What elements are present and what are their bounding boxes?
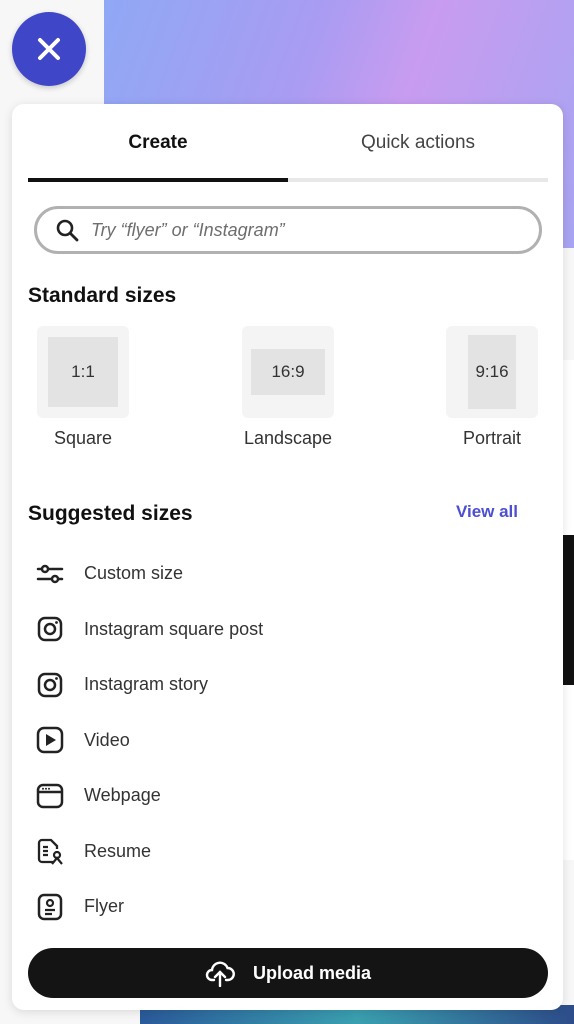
size-portrait[interactable]: 9:16 Portrait — [437, 326, 547, 449]
tab-create[interactable]: Create — [28, 104, 288, 182]
instagram-icon — [37, 617, 63, 642]
resume-icon — [37, 839, 63, 865]
search-box[interactable] — [34, 206, 542, 254]
size-label: Landscape — [243, 428, 333, 448]
size-card: 16:9 — [242, 326, 334, 418]
list-item-flyer[interactable]: Flyer — [36, 879, 536, 935]
list-item-instagram-story[interactable]: Instagram story — [36, 657, 536, 713]
create-panel: Create Quick actions Standard sizes 1:1 … — [12, 104, 563, 1010]
view-all-link[interactable]: View all — [456, 502, 518, 522]
list-item-custom-size[interactable]: Custom size — [36, 546, 536, 602]
item-label: Custom size — [84, 563, 184, 584]
size-landscape[interactable]: 16:9 Landscape — [233, 326, 343, 449]
list-item-video[interactable]: Video — [36, 713, 536, 769]
size-card: 1:1 — [37, 326, 129, 418]
item-label: Video — [84, 729, 130, 750]
size-label: Portrait — [462, 428, 522, 448]
standard-sizes: 1:1 Square 16:9 Landscape 9:16 Portrait — [12, 326, 563, 456]
suggested-sizes-heading: Suggested sizes — [28, 502, 193, 525]
sliders-icon — [36, 564, 64, 583]
list-item-resume[interactable]: Resume — [36, 824, 536, 880]
cloud-upload-icon — [205, 961, 235, 987]
item-label: Instagram story — [84, 674, 209, 695]
size-square[interactable]: 1:1 Square — [28, 326, 138, 449]
item-label: Resume — [84, 840, 152, 861]
background-thumbnail — [562, 535, 574, 685]
size-ratio: 16:9 — [251, 349, 325, 395]
play-icon — [36, 727, 64, 754]
upload-media-button[interactable]: Upload media — [28, 948, 548, 998]
close-icon — [38, 38, 60, 60]
item-label: Webpage — [84, 785, 161, 806]
tab-quick-actions[interactable]: Quick actions — [288, 104, 548, 182]
flyer-icon — [37, 893, 63, 920]
size-card: 9:16 — [446, 326, 538, 418]
list-item-instagram-square[interactable]: Instagram square post — [36, 602, 536, 658]
size-ratio: 1:1 — [48, 337, 118, 407]
instagram-icon — [37, 672, 63, 697]
browser-icon — [36, 783, 64, 808]
size-label: Square — [53, 428, 113, 448]
suggested-sizes-list: Custom size Instagram square post Instag… — [36, 546, 536, 935]
item-label: Instagram square post — [84, 618, 264, 639]
close-button[interactable] — [12, 12, 86, 86]
size-ratio: 9:16 — [468, 335, 516, 409]
standard-sizes-heading: Standard sizes — [28, 284, 177, 307]
upload-label: Upload media — [252, 962, 372, 983]
tab-bar: Create Quick actions — [28, 104, 548, 182]
search-input[interactable] — [91, 219, 511, 241]
search-icon — [56, 219, 79, 242]
item-label: Flyer — [84, 896, 124, 917]
list-item-webpage[interactable]: Webpage — [36, 768, 536, 824]
